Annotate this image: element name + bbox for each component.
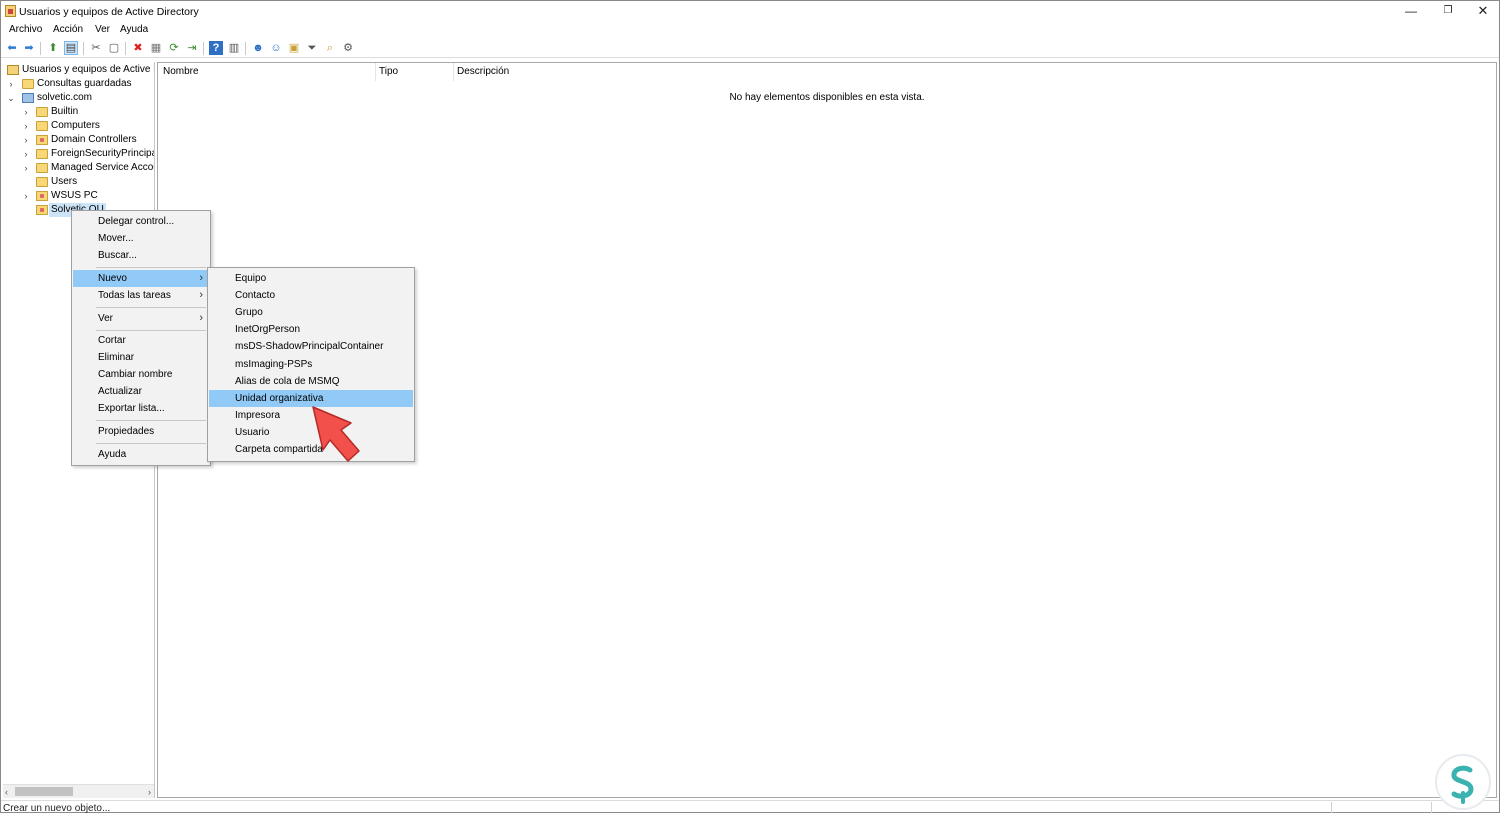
menu-item-ayuda[interactable]: Ayuda — [73, 446, 209, 463]
menu-bar: Archivo Acción Ver Ayuda — [1, 22, 1499, 38]
folder-icon — [36, 107, 48, 117]
expand-icon[interactable]: › — [7, 77, 15, 91]
menu-item-actualizar[interactable]: Actualizar — [73, 383, 209, 400]
menu-item-mover[interactable]: Mover... — [73, 230, 209, 247]
tree-horizontal-scrollbar[interactable]: ‹ › — [3, 784, 154, 798]
expand-icon[interactable]: › — [22, 119, 30, 133]
forward-icon[interactable]: ➡ — [22, 41, 36, 55]
folder-icon — [36, 149, 48, 159]
menu-accion[interactable]: Acción — [53, 24, 83, 35]
app-window: Usuarios y equipos de Active Directory —… — [0, 0, 1500, 813]
submenu-arrow-icon: › — [199, 289, 203, 301]
solvetic-logo-mark — [1439, 758, 1487, 806]
expand-icon[interactable]: › — [22, 133, 30, 147]
ou-folder-icon — [36, 205, 48, 215]
context-menu: Delegar control... Mover... Buscar... Nu… — [71, 210, 211, 466]
column-header-nombre[interactable]: Nombre — [163, 66, 199, 77]
menu-item-propiedades[interactable]: Propiedades — [73, 423, 209, 440]
menu-ayuda[interactable]: Ayuda — [120, 24, 148, 35]
expand-icon[interactable]: › — [22, 105, 30, 119]
submenu-arrow-icon: › — [199, 312, 203, 324]
new-ou-icon[interactable]: ▣ — [287, 41, 301, 55]
domain-icon — [22, 93, 34, 103]
menu-item-cambiar-nombre[interactable]: Cambiar nombre — [73, 366, 209, 383]
filter-icon[interactable]: ⏷ — [305, 41, 319, 55]
status-bar: Crear un nuevo objeto... — [1, 800, 1499, 813]
refresh-icon[interactable]: ⟳ — [167, 41, 181, 55]
folder-icon — [36, 163, 48, 173]
scrollbar-thumb[interactable] — [15, 787, 73, 796]
aduc-app-icon — [5, 5, 16, 17]
help-icon[interactable]: ? — [209, 41, 223, 55]
menu-ver[interactable]: Ver — [95, 24, 110, 35]
menu-item-todas-las-tareas[interactable]: Todas las tareas › — [73, 287, 209, 304]
add-to-group-icon[interactable]: ⚙ — [341, 41, 355, 55]
expand-icon[interactable]: › — [22, 161, 30, 175]
menu-item-nuevo-label: Nuevo — [98, 273, 127, 284]
menu-item-ver-label: Ver — [98, 313, 114, 324]
menu-item-ver[interactable]: Ver › — [73, 310, 209, 327]
scroll-left-icon[interactable]: ‹ — [5, 785, 8, 799]
cut-icon[interactable]: ✂ — [89, 41, 103, 55]
menu-item-eliminar[interactable]: Eliminar — [73, 349, 209, 366]
back-icon[interactable]: ⬅ — [5, 41, 19, 55]
folder-icon — [22, 79, 34, 89]
status-text: Crear un nuevo objeto... — [3, 803, 111, 813]
submenu-item-msds-shadowprincipalcontainer[interactable]: msDS-ShadowPrincipalContainer — [209, 338, 413, 355]
ou-folder-icon — [36, 191, 48, 201]
delete-icon[interactable]: ✖ — [131, 41, 145, 55]
expand-icon[interactable]: › — [22, 147, 30, 161]
restore-button[interactable]: ❐ — [1430, 1, 1466, 22]
menu-item-exportar-lista[interactable]: Exportar lista... — [73, 400, 209, 417]
column-header-descripcion[interactable]: Descripción — [457, 66, 509, 77]
ou-folder-icon — [36, 135, 48, 145]
folder-icon — [36, 121, 48, 131]
copy-icon[interactable]: ▢ — [107, 41, 121, 55]
window-title: Usuarios y equipos de Active Directory — [19, 6, 199, 18]
export-icon[interactable]: ⇥ — [185, 41, 199, 55]
menu-item-todas-las-tareas-label: Todas las tareas — [98, 290, 171, 301]
red-pointer-arrow-icon — [312, 406, 360, 462]
menu-archivo[interactable]: Archivo — [9, 24, 42, 35]
solvetic-logo — [1435, 754, 1491, 810]
empty-view-message: No hay elementos disponibles en esta vis… — [729, 92, 925, 103]
submenu-arrow-icon: › — [199, 272, 203, 284]
menu-item-cortar[interactable]: Cortar — [73, 332, 209, 349]
submenu-item-contacto[interactable]: Contacto — [209, 287, 413, 304]
properties-icon[interactable]: ▦ — [149, 41, 163, 55]
menu-item-nuevo[interactable]: Nuevo › — [73, 270, 209, 287]
console-view-icon[interactable]: ▥ — [227, 41, 241, 55]
minimize-button[interactable]: — — [1393, 1, 1429, 22]
expand-icon[interactable]: › — [22, 189, 30, 203]
up-folder-icon[interactable]: ⬆ — [46, 41, 60, 55]
close-button[interactable]: ✕ — [1465, 1, 1500, 22]
submenu-item-inetorgperson[interactable]: InetOrgPerson — [209, 321, 413, 338]
submenu-item-msimaging-psps[interactable]: msImaging-PSPs — [209, 356, 413, 373]
show-tree-icon[interactable]: ▤ — [64, 41, 78, 55]
menu-item-buscar[interactable]: Buscar... — [73, 247, 209, 264]
column-header-tipo[interactable]: Tipo — [379, 66, 398, 77]
folder-icon — [36, 177, 48, 187]
root-icon — [7, 65, 19, 75]
title-bar: Usuarios y equipos de Active Directory —… — [1, 1, 1499, 22]
find-icon[interactable]: ⌕ — [323, 41, 337, 55]
submenu-item-equipo[interactable]: Equipo — [209, 270, 413, 287]
menu-item-delegar-control[interactable]: Delegar control... — [73, 213, 209, 230]
submenu-item-grupo[interactable]: Grupo — [209, 304, 413, 321]
submenu-item-alias-cola-msmq[interactable]: Alias de cola de MSMQ — [209, 373, 413, 390]
scroll-right-icon[interactable]: › — [148, 785, 151, 799]
new-user-icon[interactable]: ☻ — [251, 41, 265, 55]
new-group-icon[interactable]: ☺ — [269, 41, 283, 55]
toolbar: ⬅ ➡ ⬆ ▤ ✂ ▢ ✖ ▦ ⟳ ⇥ ? ▥ ☻ ☺ ▣ ⏷ ⌕ ⚙ — [1, 39, 1499, 58]
collapse-icon[interactable]: ⌄ — [7, 91, 15, 105]
